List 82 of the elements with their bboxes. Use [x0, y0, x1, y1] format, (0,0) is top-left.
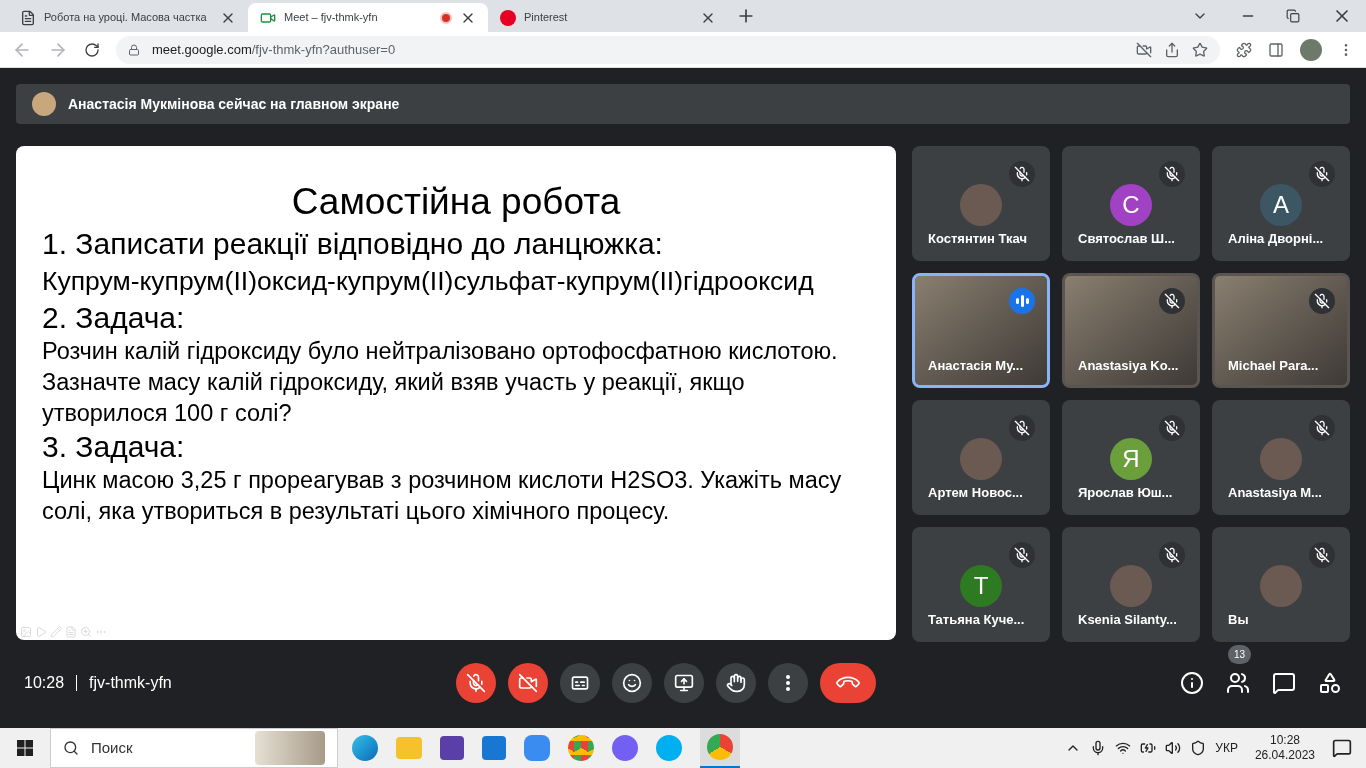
people-count-badge: 13: [1228, 645, 1252, 664]
search-field[interactable]: Поиск: [50, 728, 338, 768]
profile-avatar[interactable]: [1300, 38, 1322, 61]
present-screen-icon: [674, 673, 694, 693]
bookmark-star-icon[interactable]: [1192, 41, 1208, 58]
slide-text: 1. Записати реакції відповідно до ланцюжка:: [42, 226, 664, 262]
slide-text: Розчин калій гідроксиду було нейтралізовано ортофосфатною кислотою. Зазначте масу калій гідроксиду, який взяв участь у реакції, якщо утворилося 100 г солі?: [42, 337, 839, 428]
language-indicator[interactable]: УКР: [1215, 739, 1238, 757]
shield-icon[interactable]: [1190, 740, 1207, 756]
photo-placeholder: [1260, 438, 1302, 480]
slide-text: Купрум-купрум(II)оксид-купрум(II)сульфат-купрум(II)гідрооксид: [42, 265, 815, 298]
slide-text: Цинк масою 3,25 г прореагував з розчином кислоти H2SO3. Укажіть масу солі, яка утвориться в результаті цього хімічного процесу.: [42, 466, 843, 526]
letter-avatar: C: [1110, 184, 1152, 226]
windows-logo-icon[interactable]: [17, 740, 33, 756]
tab-title: Pinterest: [524, 10, 569, 26]
participant-name: Артем Новос...: [928, 483, 1023, 502]
activities-icon[interactable]: [1318, 671, 1342, 695]
camera-button[interactable]: [508, 663, 548, 703]
participant-name: Вы: [1228, 610, 1249, 629]
volume-icon[interactable]: [1165, 740, 1182, 756]
meeting-code: fjv-thmk-yfn: [89, 673, 172, 693]
letter-avatar: T: [960, 565, 1002, 607]
browser-tab[interactable]: Робота на уроці. Масова частка: [8, 3, 248, 33]
participant-name: Ярослав Юш...: [1078, 483, 1173, 502]
end-call-button[interactable]: [820, 663, 876, 703]
participant-name: Michael Para...: [1228, 356, 1319, 375]
banner-text: Анастасія Мукмінова сейчас на главном экране: [68, 94, 400, 114]
photo-placeholder: [1110, 565, 1152, 607]
notifications-icon[interactable]: [1332, 738, 1352, 758]
taskbar-time: 10:28: [1269, 733, 1300, 748]
extensions-icon[interactable]: [1236, 41, 1252, 58]
people-icon[interactable]: [1226, 671, 1250, 695]
participant-name: Anastasiya M...: [1228, 483, 1322, 502]
participant-name: Костянтин Ткач: [928, 229, 1027, 248]
document-icon: [20, 9, 36, 26]
side-panel-icon[interactable]: [1268, 41, 1284, 58]
search-icon: [63, 740, 79, 756]
browser-tab[interactable]: Pinterest: [488, 3, 728, 33]
participant-name: Святослав Ш...: [1078, 229, 1175, 248]
participant-name: Anastasiya Ko...: [1078, 356, 1179, 375]
url-text: meet.google.com/fjv-thmk-yfn?authuser=0: [152, 40, 396, 59]
tab-title: Meet – fjv-thmk-yfn: [284, 10, 379, 26]
more-icon: [786, 675, 790, 691]
smiley-icon: [622, 673, 642, 693]
captions-icon: [570, 673, 590, 693]
letter-avatar: A: [1260, 184, 1302, 226]
clock-text: 10:28: [23, 673, 65, 693]
emoji-button[interactable]: [612, 663, 652, 703]
participant-name: Аліна Дворні...: [1228, 229, 1324, 248]
battery-icon[interactable]: [1140, 740, 1157, 756]
hand-icon: [726, 673, 746, 693]
camera-off-icon[interactable]: [1136, 41, 1152, 58]
captions-button[interactable]: [560, 663, 600, 703]
present-button[interactable]: [664, 663, 704, 703]
slide-text: 3. Задача:: [42, 429, 186, 465]
more-options-button[interactable]: [768, 663, 808, 703]
camera-off-icon: [518, 673, 538, 693]
photo-placeholder: [960, 184, 1002, 226]
chat-icon[interactable]: [1272, 671, 1296, 695]
search-placeholder: Поиск: [91, 737, 133, 758]
slide-text: 2. Задача:: [42, 300, 186, 336]
photo-placeholder: [1260, 565, 1302, 607]
share-icon[interactable]: [1164, 41, 1180, 58]
lock-icon: [128, 43, 140, 56]
info-icon[interactable]: [1180, 671, 1204, 695]
participant-name: Ksenia Silanty...: [1078, 610, 1177, 629]
letter-avatar: Я: [1110, 438, 1152, 480]
participant-name: Татьяна Куче...: [928, 610, 1025, 629]
network-icon[interactable]: [1115, 740, 1132, 756]
participant-name: Анастасія Му...: [928, 356, 1024, 375]
photo-placeholder: [960, 438, 1002, 480]
microphone-button[interactable]: [456, 663, 496, 703]
slide-title: Самостійна робота: [290, 180, 622, 224]
raise-hand-button[interactable]: [716, 663, 756, 703]
taskbar-date: 26.04.2023: [1254, 748, 1315, 763]
url-field[interactable]: meet.google.com/fjv-thmk-yfn?authuser=0: [116, 35, 1220, 64]
tab-title: Робота на уроці. Масова частка: [44, 10, 208, 26]
browser-tab[interactable]: Meet – fjv-thmk-yfn: [248, 3, 488, 33]
restore-icon[interactable]: [1286, 9, 1300, 24]
reload-icon[interactable]: [84, 41, 100, 58]
presenter-avatar: [32, 92, 56, 116]
mic-off-icon: [466, 673, 486, 693]
